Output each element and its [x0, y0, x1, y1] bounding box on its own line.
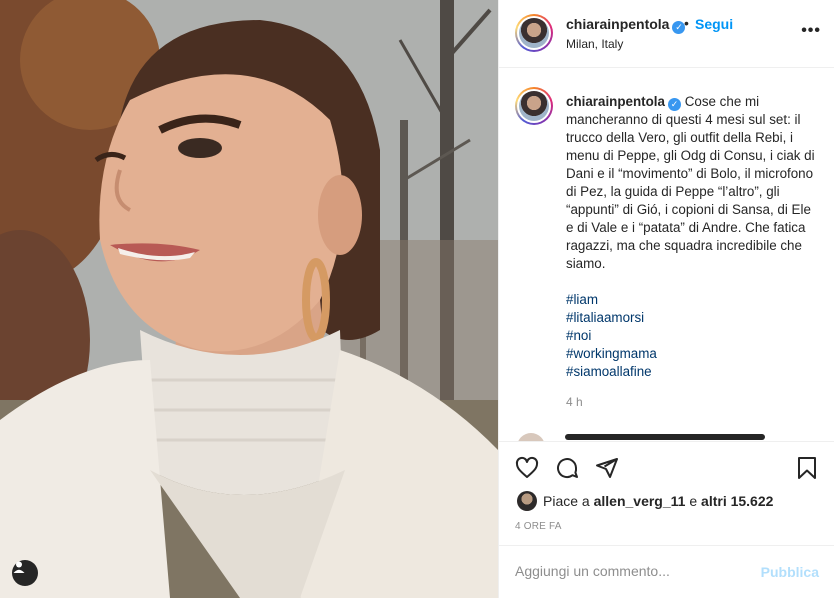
header-separator: •	[684, 15, 689, 31]
comment-text-peek	[565, 434, 765, 440]
caption-time-ago[interactable]: 4 h	[566, 395, 583, 409]
author-username[interactable]: chiarainpentola ✓	[566, 16, 686, 34]
comment-icon	[557, 458, 578, 479]
save-button[interactable]	[795, 456, 819, 485]
verified-badge-icon: ✓	[667, 98, 681, 111]
likes-prefix: Piace a	[543, 493, 594, 509]
post-photo[interactable]	[0, 0, 498, 598]
share-icon	[596, 458, 618, 478]
more-options-icon[interactable]: •••	[801, 22, 821, 40]
author-username-text[interactable]: chiarainpentola	[566, 16, 669, 32]
hashtag-link[interactable]: #liam	[566, 291, 657, 309]
post-location[interactable]: Milan, Italy	[566, 37, 623, 51]
likes-conjunction: e	[685, 493, 702, 509]
share-button[interactable]	[595, 456, 619, 485]
comment-button[interactable]	[555, 456, 579, 485]
post-header: chiarainpentola ✓ • Segui Milan, Italy ••…	[499, 0, 834, 68]
likes-summary: Piace a allen_verg_11 e altri 15.622	[517, 491, 773, 511]
post-date[interactable]: 4 ORE FA	[515, 521, 562, 532]
caption-username[interactable]: chiarainpentola ✓	[566, 94, 681, 111]
caption-username-text[interactable]: chiarainpentola	[566, 94, 665, 109]
heart-icon	[515, 456, 539, 478]
hashtag-link[interactable]: #noi	[566, 327, 657, 345]
follow-button[interactable]: Segui	[695, 16, 733, 32]
caption-text: Cose che mi mancheranno di questi 4 mesi…	[566, 94, 815, 271]
photo-illustration	[0, 0, 498, 598]
commenter-avatar[interactable]	[517, 433, 545, 441]
likes-others-link[interactable]: altri 15.622	[701, 493, 773, 509]
like-button[interactable]	[515, 456, 539, 485]
liker-avatar[interactable]	[517, 491, 537, 511]
bookmark-icon	[798, 457, 816, 479]
post-caption: chiarainpentola ✓ Cose che mi mancheranno…	[566, 93, 822, 273]
hashtag-link[interactable]: #litaliaamorsi	[566, 309, 657, 327]
hashtag-link[interactable]: #workingmama	[566, 345, 657, 363]
publish-button[interactable]: Pubblica	[761, 564, 819, 580]
post-side-panel: chiarainpentola ✓ • Segui Milan, Italy ••…	[498, 0, 834, 598]
likes-text: Piace a allen_verg_11 e altri 15.622	[543, 493, 773, 509]
person-icon	[13, 561, 25, 573]
author-avatar[interactable]	[515, 14, 553, 52]
add-comment-bar: Pubblica	[499, 545, 834, 598]
caption-author-avatar[interactable]	[515, 87, 553, 125]
liker-username[interactable]: allen_verg_11	[594, 493, 686, 509]
hashtag-list: #liam #litaliaamorsi #noi #workingmama #…	[566, 291, 657, 381]
hashtag-link[interactable]: #siamoallafine	[566, 363, 657, 381]
next-comment-peek	[515, 431, 834, 441]
comment-input[interactable]	[515, 558, 745, 584]
comments-area[interactable]: chiarainpentola ✓ Cose che mi mancheranno…	[499, 69, 834, 441]
user-tag-button[interactable]	[12, 560, 38, 586]
